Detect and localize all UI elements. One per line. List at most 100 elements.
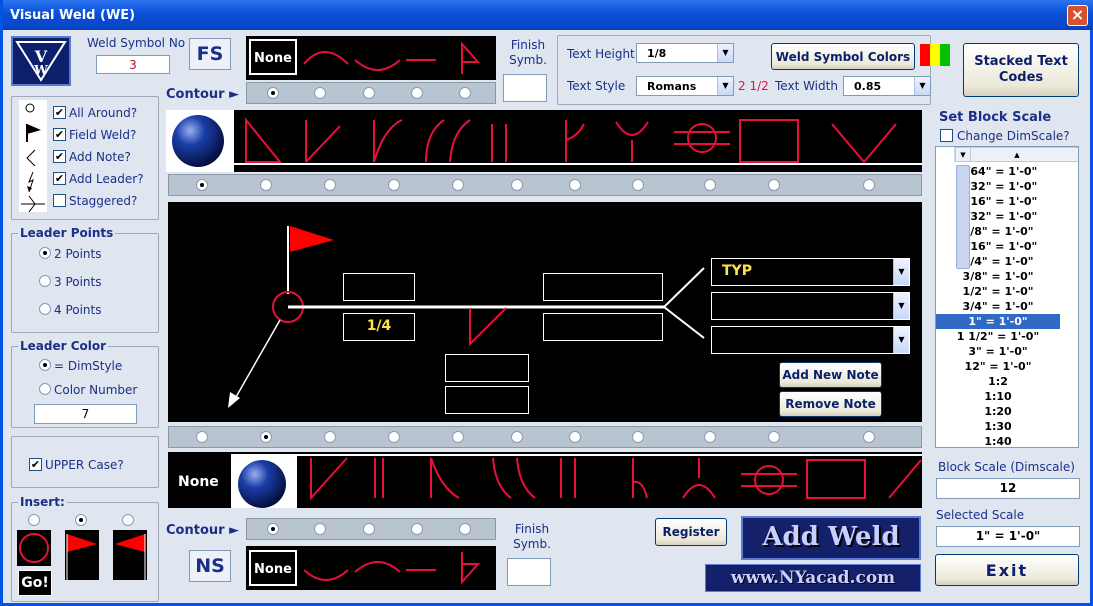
chevron-down-icon[interactable]: ▼ xyxy=(893,259,909,285)
top-ball-button[interactable] xyxy=(166,110,234,172)
contour-radio[interactable] xyxy=(363,523,375,535)
contour-radio[interactable] xyxy=(363,87,375,99)
scale-list-item[interactable]: 3/32" = 1'-0" xyxy=(936,209,1060,224)
insert-flag-right-option[interactable] xyxy=(65,530,99,580)
length-box[interactable] xyxy=(543,273,663,301)
weld-symbol-canvas[interactable]: 1/4 TYP ▼ ▼ ▼ Add New Note Remove Note xyxy=(168,202,922,422)
contour-radio[interactable] xyxy=(314,523,326,535)
insert-radio-flag-right[interactable] xyxy=(75,514,87,526)
contour-radio[interactable] xyxy=(314,87,326,99)
exit-button[interactable]: Exit xyxy=(935,554,1079,586)
leader-2-points-radio[interactable] xyxy=(39,247,51,259)
scale-list-item[interactable]: 1/2" = 1'-0" xyxy=(936,284,1060,299)
weld-symbol-colors-button[interactable]: Weld Symbol Colors xyxy=(771,43,915,70)
color-swatch-green[interactable] xyxy=(940,44,950,66)
none-option-bottom[interactable]: None xyxy=(178,474,219,490)
color-number-radio[interactable] xyxy=(39,383,51,395)
scroll-thumb[interactable] xyxy=(956,165,970,269)
scroll-up-icon[interactable]: ▲ xyxy=(955,147,1078,162)
add-new-note-button[interactable]: Add New Note xyxy=(779,362,882,388)
contour-radio[interactable] xyxy=(267,87,279,99)
weld-type-radio[interactable] xyxy=(863,179,875,191)
scale-list-item[interactable]: 1:2 xyxy=(936,374,1060,389)
scale-list-item[interactable]: 12" = 1'-0" xyxy=(936,359,1060,374)
insert-circle-option[interactable] xyxy=(17,530,51,566)
other-side-weld-types[interactable]: None xyxy=(168,452,922,508)
add-weld-button[interactable]: Add Weld xyxy=(741,516,921,560)
weld-type-radio[interactable] xyxy=(260,431,272,443)
add-leader-checkbox[interactable]: ✔ xyxy=(53,172,66,185)
weld-type-radio[interactable] xyxy=(511,179,523,191)
weld-type-radio[interactable] xyxy=(452,431,464,443)
field-weld-checkbox[interactable]: ✔ xyxy=(53,128,66,141)
weld-type-radio[interactable] xyxy=(569,179,581,191)
insert-flag-left-option[interactable] xyxy=(113,530,147,580)
chevron-down-icon[interactable]: ▼ xyxy=(914,77,930,95)
chevron-down-icon[interactable]: ▼ xyxy=(717,44,733,62)
weld-type-radio[interactable] xyxy=(196,431,208,443)
scale-list-item[interactable]: 1/32" = 1'-0" xyxy=(936,179,1060,194)
contour-radio[interactable] xyxy=(267,523,279,535)
scale-list-item[interactable]: 1/8" = 1'-0" xyxy=(936,224,1060,239)
color-swatch-red[interactable] xyxy=(920,44,930,66)
bottom-ball-button[interactable] xyxy=(231,454,297,508)
weld-type-radio[interactable] xyxy=(511,431,523,443)
contour-shapes[interactable] xyxy=(300,550,490,586)
selected-scale-field[interactable]: 1" = 1'-0" xyxy=(936,526,1080,547)
text-width-select[interactable]: 0.85 ▼ xyxy=(843,76,931,96)
note-select-3[interactable]: ▼ xyxy=(711,326,910,354)
text-style-select[interactable]: Romans ▼ xyxy=(636,76,734,96)
add-note-checkbox[interactable]: ✔ xyxy=(53,150,66,163)
note-select-1[interactable]: TYP ▼ xyxy=(711,258,910,286)
close-button[interactable]: × xyxy=(1067,5,1088,26)
scale-list-scrollbar[interactable]: ▲ ▼ xyxy=(954,147,1078,269)
stacked-text-codes-button[interactable]: Stacked Text Codes xyxy=(963,43,1079,97)
weld-type-radio[interactable] xyxy=(863,431,875,443)
contour-radio[interactable] xyxy=(459,87,471,99)
scroll-down-icon[interactable]: ▼ xyxy=(955,147,971,162)
scale-list-item[interactable]: 1/4" = 1'-0" xyxy=(936,254,1060,269)
text-height-select[interactable]: 1/8 ▼ xyxy=(636,43,734,63)
finish-symb-field-bottom[interactable] xyxy=(507,558,551,586)
weld-type-radio[interactable] xyxy=(768,179,780,191)
weld-size-box[interactable]: 1/4 xyxy=(343,313,415,341)
scale-list-item[interactable]: 1:20 xyxy=(936,404,1060,419)
contour-shapes[interactable] xyxy=(300,40,490,76)
pitch-box[interactable] xyxy=(543,313,663,341)
below-note-box-2[interactable] xyxy=(445,386,529,414)
chevron-down-icon[interactable]: ▼ xyxy=(893,293,909,319)
weld-type-radio[interactable] xyxy=(324,179,336,191)
leader-4-points-radio[interactable] xyxy=(39,303,51,315)
upper-case-checkbox[interactable]: ✔ xyxy=(29,458,42,471)
scale-list-item[interactable]: 3/8" = 1'-0" xyxy=(936,269,1060,284)
none-option[interactable]: None xyxy=(249,39,297,75)
scale-list-item[interactable]: 1 1/2" = 1'-0" xyxy=(936,329,1060,344)
scale-list-item[interactable]: 1/16" = 1'-0" xyxy=(936,194,1060,209)
staggered-checkbox[interactable] xyxy=(53,194,66,207)
scale-list[interactable]: 1/128" = 1'-0"1/64" = 1'-0"1/32" = 1'-0"… xyxy=(935,146,1079,448)
weld-type-radio[interactable] xyxy=(196,179,208,191)
scale-list-item[interactable]: 1:40 xyxy=(936,434,1060,447)
color-swatch-yellow[interactable] xyxy=(930,44,940,66)
register-button[interactable]: Register xyxy=(655,518,727,546)
weld-type-radio[interactable] xyxy=(632,431,644,443)
nyacad-link[interactable]: www.NYacad.com xyxy=(705,564,921,592)
dimstyle-radio[interactable] xyxy=(39,359,51,371)
go-button[interactable]: Go! xyxy=(18,570,52,596)
note-box[interactable] xyxy=(343,273,415,301)
weld-type-radio[interactable] xyxy=(260,179,272,191)
contour-radio[interactable] xyxy=(411,523,423,535)
weld-type-radio[interactable] xyxy=(324,431,336,443)
note-select-2[interactable]: ▼ xyxy=(711,292,910,320)
insert-radio-circle[interactable] xyxy=(28,514,40,526)
insert-radio-flag-left[interactable] xyxy=(122,514,134,526)
scale-list-item[interactable]: 3/16" = 1'-0" xyxy=(936,239,1060,254)
weld-type-radio[interactable] xyxy=(569,431,581,443)
weld-type-radio[interactable] xyxy=(452,179,464,191)
weld-type-radio[interactable] xyxy=(768,431,780,443)
scale-list-item[interactable]: 1/64" = 1'-0" xyxy=(936,164,1060,179)
chevron-down-icon[interactable]: ▼ xyxy=(893,327,909,353)
finish-symb-field[interactable] xyxy=(503,74,547,102)
contour-radio[interactable] xyxy=(459,523,471,535)
contour-radio[interactable] xyxy=(411,87,423,99)
